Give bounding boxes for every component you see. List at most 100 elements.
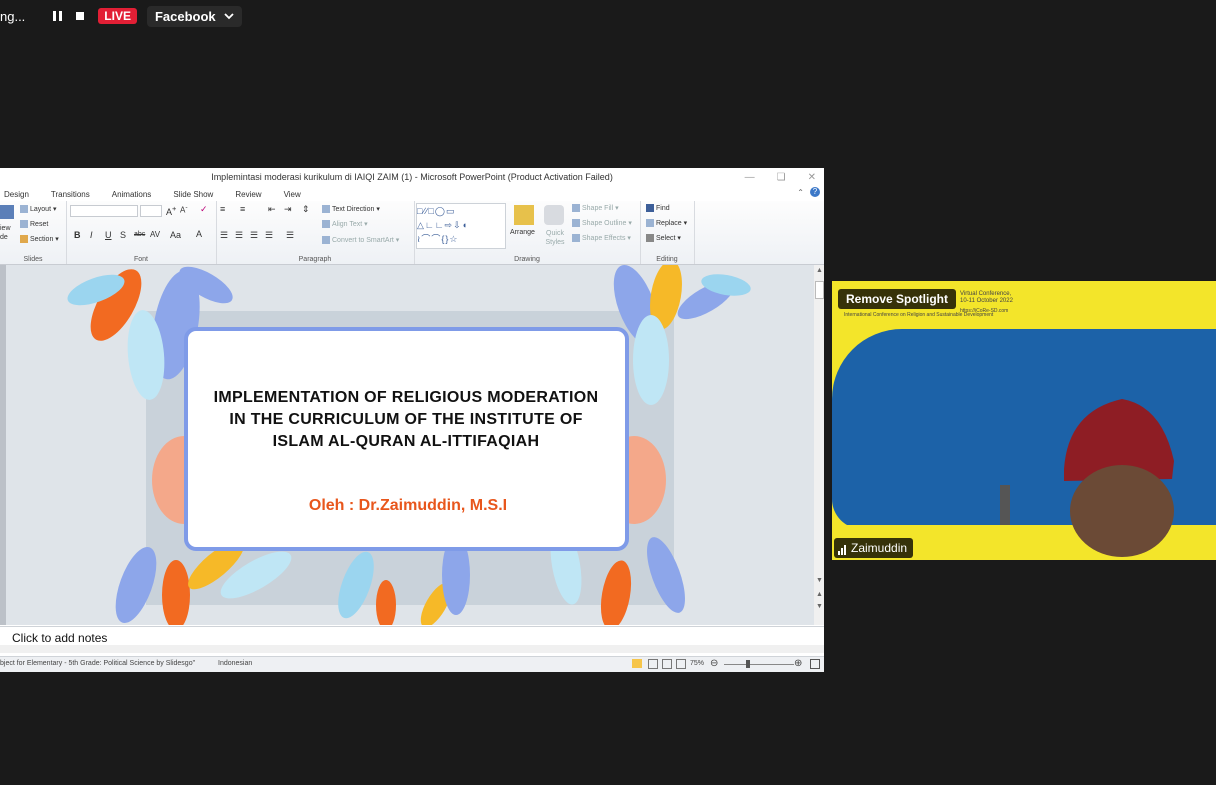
live-badge: LIVE: [98, 8, 137, 24]
reading-view-icon[interactable]: [662, 659, 672, 669]
tab-view[interactable]: View: [284, 190, 301, 199]
slides-group: iew de Layout ▾ Reset Section ▾ Slides: [0, 201, 67, 264]
shadow-icon[interactable]: S: [120, 230, 126, 240]
notes-pane[interactable]: Click to add notes: [0, 626, 824, 653]
convert-smartart-button[interactable]: Convert to SmartArt ▾: [322, 236, 399, 245]
normal-view-icon[interactable]: [632, 659, 642, 668]
columns-icon[interactable]: ☰: [286, 230, 294, 241]
quick-styles-button[interactable]: Quick Styles: [540, 229, 570, 247]
stream-target-dropdown[interactable]: Facebook: [146, 5, 242, 27]
zoom-slider-thumb[interactable]: [746, 660, 750, 668]
layout-icon: [20, 205, 28, 214]
slideshow-view-icon[interactable]: [676, 659, 686, 669]
tab-review[interactable]: Review: [235, 190, 261, 199]
slide-title[interactable]: IMPLEMENTATION OF RELIGIOUS MODERATION I…: [206, 387, 606, 453]
stop-icon[interactable]: [76, 12, 85, 20]
tab-transitions[interactable]: Transitions: [51, 190, 90, 199]
previous-slide-icon[interactable]: ▲: [816, 591, 823, 598]
ribbon-tabs: Design Transitions Animations Slide Show…: [0, 187, 824, 201]
arrange-button[interactable]: Arrange: [510, 229, 535, 236]
zoom-level[interactable]: 75%: [690, 660, 704, 667]
section-button[interactable]: Section ▾: [20, 235, 59, 244]
shape-effects-button[interactable]: Shape Effects ▾: [572, 234, 631, 243]
grow-font-icon[interactable]: A+: [166, 204, 176, 217]
tab-slide-show[interactable]: Slide Show: [173, 190, 213, 199]
arrange-icon[interactable]: [514, 205, 534, 225]
horizontal-scrollbar[interactable]: [0, 645, 824, 653]
italic-icon[interactable]: I: [90, 230, 93, 240]
ribbon-minimize-icon[interactable]: ⌃: [797, 188, 804, 197]
drawing-group-label: Drawing: [514, 256, 540, 263]
notes-placeholder[interactable]: Click to add notes: [12, 631, 107, 645]
replace-button[interactable]: Replace ▾: [646, 219, 687, 228]
zoom-out-icon[interactable]: ⊖: [710, 658, 718, 669]
tab-animations[interactable]: Animations: [112, 190, 152, 199]
help-icon[interactable]: ?: [810, 187, 820, 197]
align-right-icon[interactable]: ☰: [250, 230, 258, 241]
clear-format-icon[interactable]: ✓: [200, 204, 208, 215]
font-name-combo[interactable]: [70, 205, 138, 217]
minimize-icon[interactable]: —: [745, 168, 755, 187]
shapes-gallery[interactable]: □∕∕□◯▭ △∟∟⇨⇩◖ ≀⌒⌒{}☆: [416, 203, 506, 249]
drawing-group: □∕∕□◯▭ △∟∟⇨⇩◖ ≀⌒⌒{}☆ Arrange Quick Styles …: [414, 201, 641, 264]
tab-design[interactable]: Design: [4, 190, 29, 199]
slide-canvas[interactable]: IMPLEMENTATION OF RELIGIOUS MODERATION I…: [6, 265, 814, 625]
underline-icon[interactable]: U: [105, 230, 112, 240]
recording-status: ng...: [0, 8, 26, 24]
smartart-icon: [322, 236, 330, 245]
zoom-in-icon[interactable]: ⊕: [794, 658, 802, 669]
text-direction-button[interactable]: Text Direction ▾: [322, 205, 380, 214]
vertical-scrollbar[interactable]: ▲ ▼ ▲ ▼: [814, 265, 824, 625]
line-spacing-icon[interactable]: ⇕: [302, 204, 310, 215]
cursor-icon: [646, 234, 654, 243]
zoom-slider[interactable]: [724, 664, 794, 665]
justify-icon[interactable]: ☰: [265, 230, 273, 241]
scroll-down-icon[interactable]: ▼: [816, 577, 823, 584]
slides-group-label: Slides: [23, 256, 43, 263]
decrease-indent-icon[interactable]: ⇤: [268, 204, 276, 215]
speaker-video-tile[interactable]: Virtual Conference, 10-11 October 2022 I…: [832, 281, 1216, 560]
reset-button[interactable]: Reset: [20, 220, 48, 228]
speaker-figure: [832, 399, 1216, 560]
text-direction-icon: [322, 205, 330, 214]
slide-sorter-icon[interactable]: [648, 659, 658, 669]
next-slide-icon[interactable]: ▼: [816, 603, 823, 610]
close-icon[interactable]: ✕: [808, 168, 816, 187]
char-spacing-icon[interactable]: AV: [150, 230, 160, 239]
align-text-button[interactable]: Align Text ▾: [322, 220, 368, 229]
font-size-combo[interactable]: [140, 205, 162, 217]
paragraph-group: ≡ ≡ ⇤ ⇥ ⇕ Text Direction ▾ Align Text ▾ …: [216, 201, 415, 264]
change-case-icon[interactable]: Aa: [170, 230, 181, 240]
numbering-icon[interactable]: ≡: [240, 204, 245, 214]
language-status[interactable]: Indonesian: [218, 660, 252, 667]
stream-target-label: Facebook: [154, 8, 216, 24]
find-button[interactable]: Find: [646, 204, 670, 212]
remove-spotlight-button[interactable]: Remove Spotlight: [838, 289, 957, 309]
powerpoint-window: Implemintasi moderasi kurikulum di IAIQI…: [0, 168, 824, 672]
align-center-icon[interactable]: ☰: [235, 230, 243, 241]
font-color-icon[interactable]: A: [196, 229, 202, 239]
shape-outline-button[interactable]: Shape Outline ▾: [572, 219, 632, 228]
theme-name: bject for Elementary - 5th Grade: Politi…: [0, 660, 196, 667]
bold-icon[interactable]: B: [74, 230, 81, 240]
pause-icon[interactable]: [53, 11, 63, 21]
bullets-icon[interactable]: ≡: [220, 204, 225, 214]
new-slide-label-1[interactable]: iew: [0, 225, 11, 232]
shape-outline-icon: [572, 219, 580, 228]
increase-indent-icon[interactable]: ⇥: [284, 204, 292, 215]
layout-button[interactable]: Layout ▾: [20, 205, 57, 214]
shrink-font-icon[interactable]: A-: [180, 204, 188, 215]
slide-author[interactable]: Oleh : Dr.Zaimuddin, M.S.I: [206, 497, 610, 515]
select-button[interactable]: Select ▾: [646, 234, 681, 243]
scroll-up-icon[interactable]: ▲: [816, 267, 823, 274]
align-left-icon[interactable]: ☰: [220, 230, 228, 241]
slide-workarea: IMPLEMENTATION OF RELIGIOUS MODERATION I…: [0, 265, 824, 625]
fit-to-window-icon[interactable]: [810, 659, 820, 669]
new-slide-icon[interactable]: [0, 205, 14, 219]
strikethrough-icon[interactable]: abc: [134, 231, 145, 238]
shape-fill-button[interactable]: Shape Fill ▾: [572, 204, 619, 213]
quick-styles-icon[interactable]: [544, 205, 564, 225]
new-slide-label-2[interactable]: de: [0, 234, 8, 241]
restore-icon[interactable]: ❏: [777, 168, 786, 187]
scroll-thumb[interactable]: [815, 281, 824, 299]
